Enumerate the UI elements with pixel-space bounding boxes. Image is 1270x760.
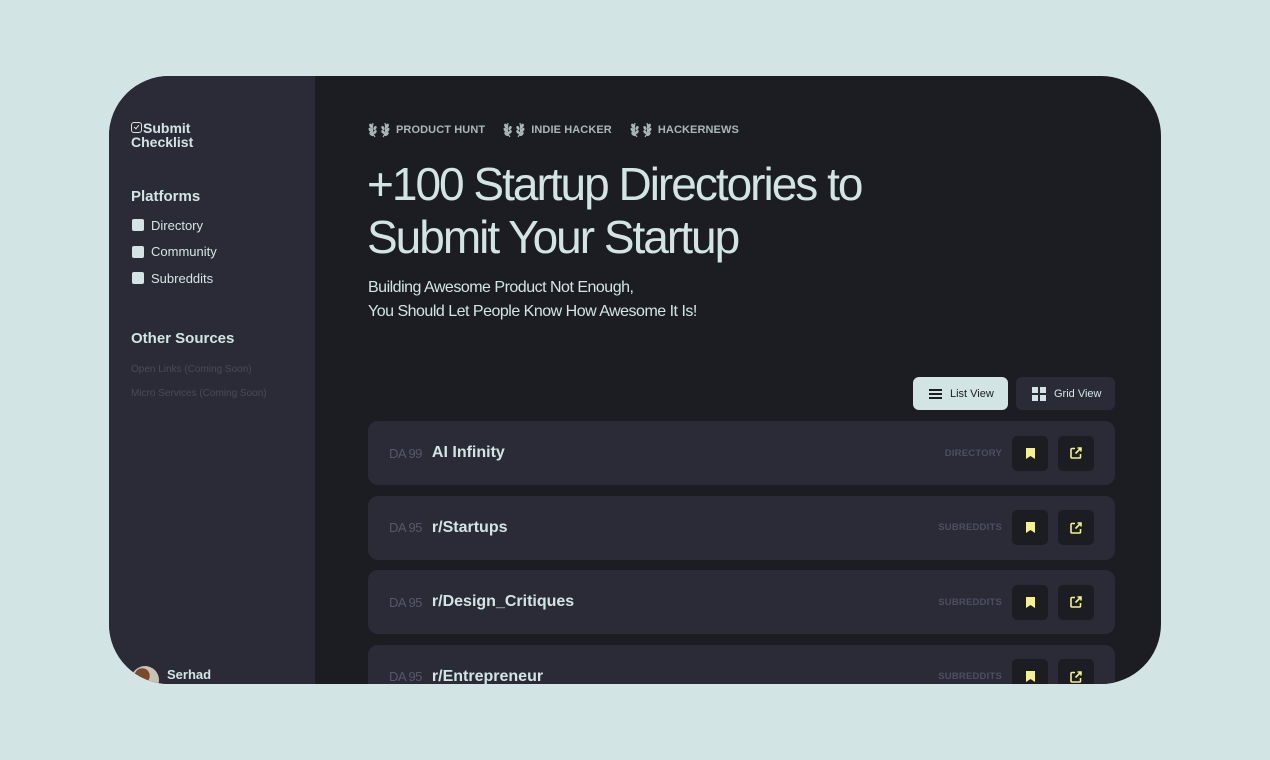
bookmark-icon	[1025, 522, 1035, 533]
open-link-button[interactable]	[1058, 510, 1094, 545]
checkbox[interactable]	[132, 219, 144, 232]
laurel-icon	[630, 122, 652, 138]
list-view-button[interactable]: List View	[913, 377, 1008, 410]
grid-view-button[interactable]: Grid View	[1016, 377, 1115, 410]
item-name: r/Design_Critiques	[431, 593, 575, 610]
badge-label: HACKERNEWS	[657, 124, 739, 136]
category-label: DIRECTORY	[944, 447, 1002, 459]
list-item[interactable]: DA 99 AI Infinity DIRECTORY	[368, 421, 1115, 485]
badge-indie-hacker: INDIE HACKER	[503, 122, 612, 138]
directory-list: DA 99 AI Infinity DIRECTORY DA 95 r/Star…	[368, 421, 1115, 684]
platforms-heading: Platforms	[131, 188, 201, 205]
row-actions: SUBREDDITS	[938, 584, 1094, 620]
main-content: PRODUCT HUNT INDIE HACKER HACKERNEWS +10…	[315, 76, 1161, 684]
grid-icon	[1032, 386, 1046, 401]
list-item[interactable]: DA 95 r/Entrepreneur SUBREDDITS	[368, 644, 1115, 685]
row-actions: SUBREDDITS	[938, 510, 1094, 545]
logo[interactable]: Submit Checklist	[131, 121, 251, 149]
platform-label: Subreddits	[151, 270, 214, 286]
platform-label: Community	[151, 244, 217, 260]
checkbox[interactable]	[132, 272, 144, 285]
bookmark-button[interactable]	[1012, 659, 1048, 684]
grid-view-label: Grid View	[1054, 387, 1102, 400]
domain-authority: DA 95	[389, 594, 422, 610]
domain-authority: DA 99	[389, 445, 422, 461]
page-title: +100 Startup Directories to Submit Your …	[367, 158, 987, 264]
item-name: AI Infinity	[431, 444, 505, 461]
item-name: r/Startups	[431, 518, 508, 536]
page-subtitle-line1: Building Awesome Product Not Enough,	[368, 279, 634, 296]
page-title-line1: +100 Startup Directories to	[367, 158, 863, 210]
category-label: SUBREDDITS	[938, 596, 1002, 608]
category-label: SUBREDDITS	[938, 522, 1002, 533]
row-actions: DIRECTORY	[944, 435, 1094, 471]
list-view-label: List View	[950, 387, 994, 400]
other-source-open-links: Open Links (Coming Soon)	[131, 364, 252, 375]
featured-badges: PRODUCT HUNT INDIE HACKER HACKERNEWS	[368, 122, 739, 138]
bookmark-icon	[1025, 447, 1035, 459]
badge-label: PRODUCT HUNT	[396, 124, 486, 136]
bookmark-button[interactable]	[1012, 584, 1048, 620]
bookmark-button[interactable]	[1012, 435, 1048, 471]
other-sources-heading: Other Sources	[131, 330, 235, 347]
view-toggle: List View Grid View	[913, 377, 1115, 410]
external-link-icon	[1070, 670, 1082, 683]
user-name: Serhad	[167, 667, 212, 682]
platform-label: Directory	[151, 217, 204, 233]
list-icon	[929, 387, 942, 401]
platform-filter-list: Directory Community Subreddits	[132, 212, 217, 292]
external-link-icon	[1070, 596, 1082, 608]
open-link-button[interactable]	[1058, 659, 1094, 684]
domain-authority: DA 95	[389, 520, 422, 535]
avatar[interactable]	[131, 666, 159, 684]
platform-filter-subreddits[interactable]: Subreddits	[132, 265, 217, 292]
user-profile[interactable]: Serhad	[131, 666, 211, 684]
platform-filter-directory[interactable]: Directory	[132, 212, 217, 239]
other-source-micro-services: Micro Services (Coming Soon)	[131, 387, 267, 399]
open-link-button[interactable]	[1058, 435, 1094, 471]
badge-product-hunt: PRODUCT HUNT	[368, 122, 485, 138]
external-link-icon	[1070, 521, 1082, 534]
logo-text-line2: Checklist	[131, 134, 194, 150]
bookmark-button[interactable]	[1012, 510, 1048, 545]
laurel-icon	[503, 122, 525, 138]
page-subtitle: Building Awesome Product Not Enough, You…	[368, 276, 697, 324]
external-link-icon	[1070, 447, 1082, 459]
category-label: SUBREDDITS	[938, 671, 1002, 682]
checkbox[interactable]	[132, 245, 144, 258]
platform-filter-community[interactable]: Community	[132, 239, 217, 266]
sidebar: Submit Checklist Platforms Directory Com…	[109, 76, 315, 684]
app-window: Submit Checklist Platforms Directory Com…	[109, 76, 1161, 684]
open-link-button[interactable]	[1058, 584, 1094, 620]
bookmark-icon	[1025, 671, 1035, 682]
list-item[interactable]: DA 95 r/Startups SUBREDDITS	[368, 495, 1115, 560]
domain-authority: DA 95	[389, 669, 422, 684]
page-subtitle-line2: You Should Let People Know How Awesome I…	[368, 303, 697, 320]
checkbox-logo-icon	[131, 122, 142, 133]
other-sources-list: Open Links (Coming Soon) Micro Services …	[131, 364, 267, 411]
bookmark-icon	[1025, 596, 1035, 608]
list-item[interactable]: DA 95 r/Design_Critiques SUBREDDITS	[368, 570, 1115, 634]
badge-hackernews: HACKERNEWS	[630, 122, 739, 138]
badge-label: INDIE HACKER	[531, 124, 612, 136]
item-name: r/Entrepreneur	[431, 667, 544, 685]
page-title-line2: Submit Your Startup	[367, 211, 740, 263]
row-actions: SUBREDDITS	[938, 659, 1094, 684]
laurel-icon	[368, 122, 390, 138]
